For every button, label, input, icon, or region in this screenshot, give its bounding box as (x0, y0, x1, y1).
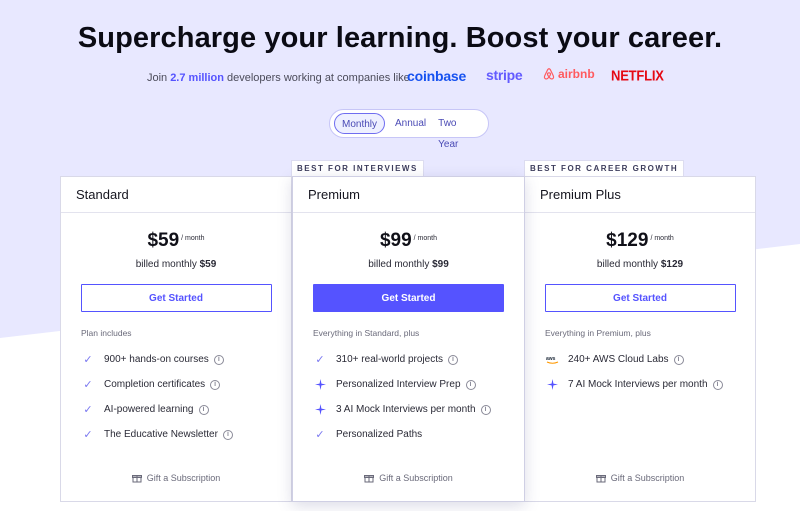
plan-card-standard: Standard $59/ month billed monthly $59 G… (60, 176, 292, 502)
list-item: ✓ AI-powered learning i (81, 397, 291, 422)
plan-name: Standard (61, 177, 291, 213)
list-item: ✓ 310+ real-world projects i (313, 347, 524, 372)
toggle-monthly[interactable]: Monthly (334, 113, 386, 134)
toggle-two-year[interactable]: Two Year (432, 113, 484, 150)
price-period: / month (413, 235, 438, 242)
billed-amount: $59 (199, 259, 217, 270)
price-period: / month (650, 235, 674, 242)
plan-card-premium-plus: Premium Plus $129/ month billed monthly … (524, 176, 756, 502)
billing-note: billed monthly $99 (293, 259, 524, 270)
gift-icon (595, 475, 606, 483)
plan-card-premium: Premium $99/ month billed monthly $99 Ge… (292, 176, 525, 502)
info-icon[interactable]: i (480, 404, 491, 415)
aws-icon: aws (545, 353, 559, 367)
feature-text: 310+ real-world projects (336, 354, 443, 365)
sparkle-icon (313, 403, 327, 417)
billed-label: billed monthly (135, 259, 197, 270)
check-icon: ✓ (83, 354, 93, 366)
list-item: ✓ The Educative Newsletter i (81, 422, 291, 447)
developer-count: 2.7 million (170, 72, 224, 84)
social-suffix: developers working at companies like (226, 72, 410, 84)
check-icon: ✓ (83, 429, 93, 441)
list-item: 3 AI Mock Interviews per month i (313, 397, 524, 422)
info-icon[interactable]: i (222, 429, 233, 440)
price-amount: $129 (606, 230, 649, 251)
includes-label: Everything in Standard, plus (313, 328, 420, 338)
check-icon: ✓ (83, 379, 93, 391)
get-started-button[interactable]: Get Started (544, 284, 736, 312)
airbnb-logo: airbnb (542, 67, 595, 81)
price-amount: $99 (379, 230, 412, 251)
list-item: ✓ 900+ hands-on courses i (81, 347, 291, 372)
ribbon-best-for-career-growth: BEST FOR CAREER GROWTH (524, 160, 685, 176)
feature-text: 900+ hands-on courses (104, 354, 209, 365)
gift-subscription-link[interactable]: Gift a Subscription (293, 473, 524, 483)
get-started-button[interactable]: Get Started (313, 284, 504, 312)
gift-subscription-link[interactable]: Gift a Subscription (525, 473, 755, 483)
netflix-logo: NETFLIX (611, 66, 664, 85)
billing-note: billed monthly $59 (61, 259, 291, 270)
sparkle-icon (313, 378, 327, 392)
stripe-logo: stripe (486, 67, 523, 83)
list-item: ✓ Personalized Paths (313, 422, 524, 447)
gift-icon (131, 475, 142, 483)
billed-label: billed monthly (368, 259, 430, 270)
gift-label: Gift a Subscription (146, 473, 221, 483)
plan-name: Premium (293, 177, 524, 213)
info-icon[interactable]: i (465, 379, 476, 390)
feature-list: ✓ 900+ hands-on courses i ✓ Completion cert… (81, 347, 291, 447)
airbnb-icon (543, 68, 555, 80)
feature-text: Personalized Paths (336, 429, 423, 440)
check-icon: ✓ (315, 354, 325, 366)
billing-note: billed monthly $129 (525, 259, 755, 270)
ribbon-best-for-interviews: BEST FOR INTERVIEWS (291, 160, 424, 176)
plan-price: $59/ month (61, 230, 291, 252)
price-amount: $59 (147, 230, 180, 251)
list-item: Personalized Interview Prep i (313, 372, 524, 397)
plan-name: Premium Plus (525, 177, 755, 213)
plan-price: $99/ month (293, 230, 524, 252)
social-prefix: Join (147, 72, 168, 84)
price-period: / month (181, 235, 205, 242)
airbnb-wordmark: airbnb (558, 67, 595, 81)
list-item: 7 AI Mock Interviews per month i (545, 372, 755, 397)
billed-amount: $99 (432, 259, 449, 270)
info-icon[interactable]: i (210, 379, 221, 390)
info-icon[interactable]: i (712, 379, 723, 390)
sparkle-icon (545, 378, 559, 392)
info-icon[interactable]: i (198, 404, 209, 415)
gift-icon (364, 475, 375, 483)
page-title: Supercharge your learning. Boost your ca… (77, 22, 723, 54)
plan-price: $129/ month (525, 230, 755, 252)
feature-list: ✓ 310+ real-world projects i Personalized … (313, 347, 524, 447)
coinbase-logo: coinbase (407, 68, 467, 84)
includes-label: Plan includes (81, 328, 132, 338)
feature-text: AI-powered learning (104, 404, 194, 415)
billed-amount: $129 (660, 259, 684, 270)
info-icon[interactable]: i (213, 354, 224, 365)
check-icon: ✓ (83, 404, 93, 416)
gift-subscription-link[interactable]: Gift a Subscription (61, 473, 291, 483)
feature-text: Personalized Interview Prep (336, 379, 461, 390)
feature-text: 240+ AWS Cloud Labs (568, 354, 669, 365)
toggle-annual[interactable]: Annual (389, 113, 432, 134)
info-icon[interactable]: i (673, 354, 684, 365)
feature-text: The Educative Newsletter (104, 429, 218, 440)
list-item: aws 240+ AWS Cloud Labs i (545, 347, 755, 372)
billed-label: billed monthly (596, 259, 659, 270)
feature-text: Completion certificates (104, 379, 206, 390)
includes-label: Everything in Premium, plus (545, 328, 651, 338)
check-icon: ✓ (315, 429, 325, 441)
feature-text: 7 AI Mock Interviews per month (568, 379, 708, 390)
feature-list: aws 240+ AWS Cloud Labs i 7 AI Mock Interv… (545, 347, 755, 397)
gift-label: Gift a Subscription (379, 473, 453, 483)
social-proof: Join 2.7 million developers working at c… (147, 66, 410, 90)
gift-label: Gift a Subscription (610, 473, 685, 483)
billing-period-toggle: Monthly Annual Two Year (329, 109, 489, 150)
info-icon[interactable]: i (448, 354, 458, 365)
feature-text: 3 AI Mock Interviews per month (336, 404, 476, 415)
get-started-button[interactable]: Get Started (80, 284, 272, 312)
list-item: ✓ Completion certificates i (81, 372, 291, 397)
svg-text:aws: aws (546, 356, 556, 362)
